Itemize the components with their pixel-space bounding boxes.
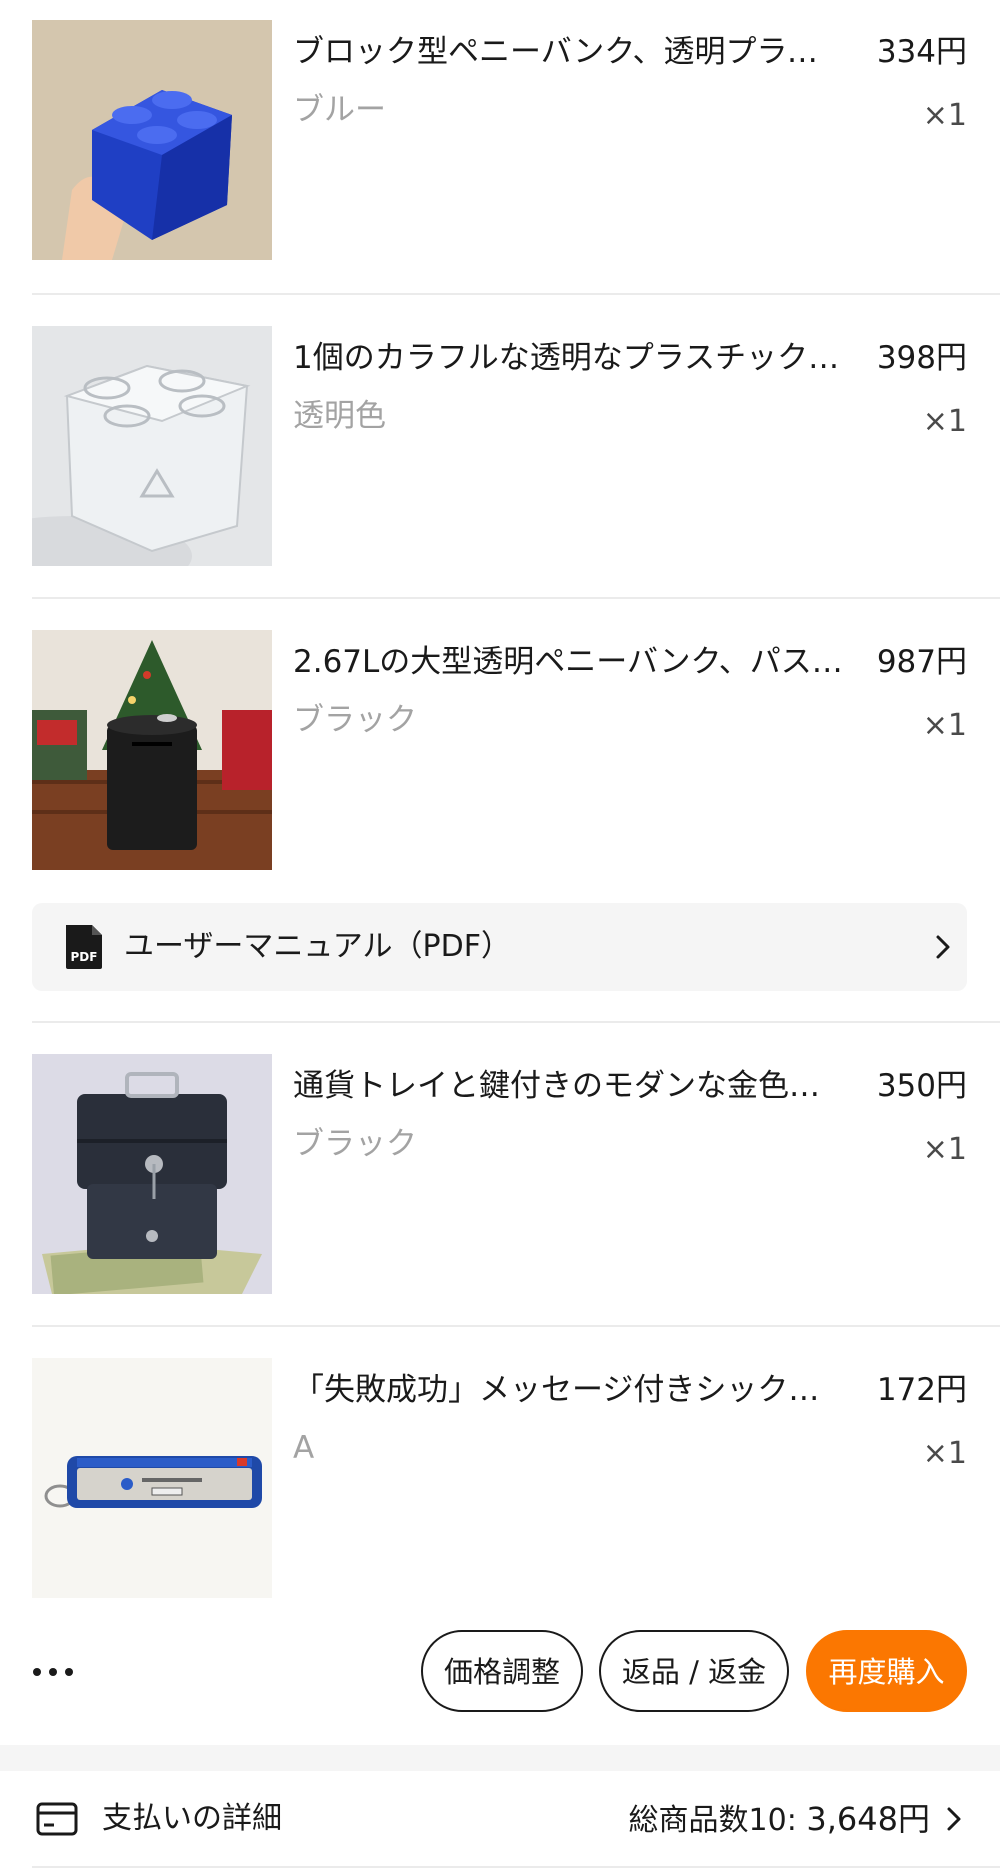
section-separator (0, 1745, 1000, 1771)
chevron-right-icon (947, 1807, 961, 1831)
item-quantity: ×1 (922, 1436, 967, 1471)
item-price: 172円 (876, 1372, 967, 1408)
item-variant: ブラック (293, 702, 417, 738)
item-price: 334円 (876, 34, 967, 70)
order-item[interactable]: 「失敗成功」メッセージ付きシックなキーホルダー 172円 A ×1 (0, 1358, 1000, 1618)
price-adjust-button[interactable]: 価格調整 (421, 1630, 583, 1712)
order-actions: 価格調整 返品 / 返金 再度購入 (0, 1630, 1000, 1714)
item-quantity: ×1 (922, 708, 967, 743)
item-quantity: ×1 (922, 1132, 967, 1167)
payment-details-row[interactable]: 支払いの詳細 総商品数10: 3,648円 (0, 1771, 1000, 1868)
item-variant: 透明色 (293, 398, 386, 434)
product-thumbnail[interactable] (32, 630, 272, 870)
divider (32, 597, 1000, 599)
product-thumbnail[interactable] (32, 20, 272, 260)
divider (32, 1866, 1000, 1868)
payment-summary: 総商品数10: 3,648円 (629, 1799, 930, 1841)
user-manual-link[interactable]: PDF ユーザーマニュアル（PDF） (32, 903, 967, 991)
return-refund-button[interactable]: 返品 / 返金 (599, 1630, 789, 1712)
pdf-icon: PDF (66, 925, 102, 969)
item-variant: A (293, 1430, 315, 1466)
order-item[interactable]: 2.67Lの大型透明ペニーバンク、パスワード付き貯金箱 987円 ブラック ×1 (0, 630, 1000, 890)
item-count-label: 総商品数10: (628, 1803, 807, 1838)
item-title[interactable]: 「失敗成功」メッセージ付きシックなキーホルダー (293, 1370, 843, 1410)
order-items-page: ブロック型ペニーバンク、透明プラスチック製の貯金箱 334円 ブルー ×1 1個… (0, 0, 1000, 1873)
item-quantity: ×1 (922, 404, 967, 439)
divider (32, 1021, 1000, 1023)
payment-details-label: 支払いの詳細 (102, 1801, 282, 1836)
svg-text:PDF: PDF (71, 950, 98, 964)
item-variant: ブラック (293, 1126, 417, 1162)
order-total: 3,648円 (806, 1800, 930, 1838)
order-item[interactable]: 1個のカラフルな透明なプラスチック製ブロック貯金箱 398円 透明色 ×1 (0, 326, 1000, 586)
order-item[interactable]: ブロック型ペニーバンク、透明プラスチック製の貯金箱 334円 ブルー ×1 (0, 20, 1000, 280)
more-icon[interactable] (32, 1660, 74, 1684)
credit-card-icon (36, 1802, 78, 1836)
buy-again-button[interactable]: 再度購入 (806, 1630, 967, 1712)
divider (32, 1325, 1000, 1327)
item-price: 398円 (876, 340, 967, 376)
item-quantity: ×1 (922, 98, 967, 133)
item-title[interactable]: 2.67Lの大型透明ペニーバンク、パスワード付き貯金箱 (293, 642, 843, 682)
product-thumbnail[interactable] (32, 1358, 272, 1598)
user-manual-label: ユーザーマニュアル（PDF） (124, 929, 511, 964)
item-variant: ブルー (293, 92, 386, 128)
product-thumbnail[interactable] (32, 1054, 272, 1294)
divider (32, 293, 1000, 295)
order-item[interactable]: 通貨トレイと鍵付きのモダンな金色の金庫 350円 ブラック ×1 (0, 1054, 1000, 1314)
item-price: 987円 (876, 644, 967, 680)
item-title[interactable]: ブロック型ペニーバンク、透明プラスチック製の貯金箱 (293, 32, 843, 72)
item-title[interactable]: 1個のカラフルな透明なプラスチック製ブロック貯金箱 (293, 338, 843, 378)
product-thumbnail[interactable] (32, 326, 272, 566)
item-price: 350円 (876, 1068, 967, 1104)
chevron-right-icon (936, 935, 950, 959)
item-title[interactable]: 通貨トレイと鍵付きのモダンな金色の金庫 (293, 1066, 843, 1106)
